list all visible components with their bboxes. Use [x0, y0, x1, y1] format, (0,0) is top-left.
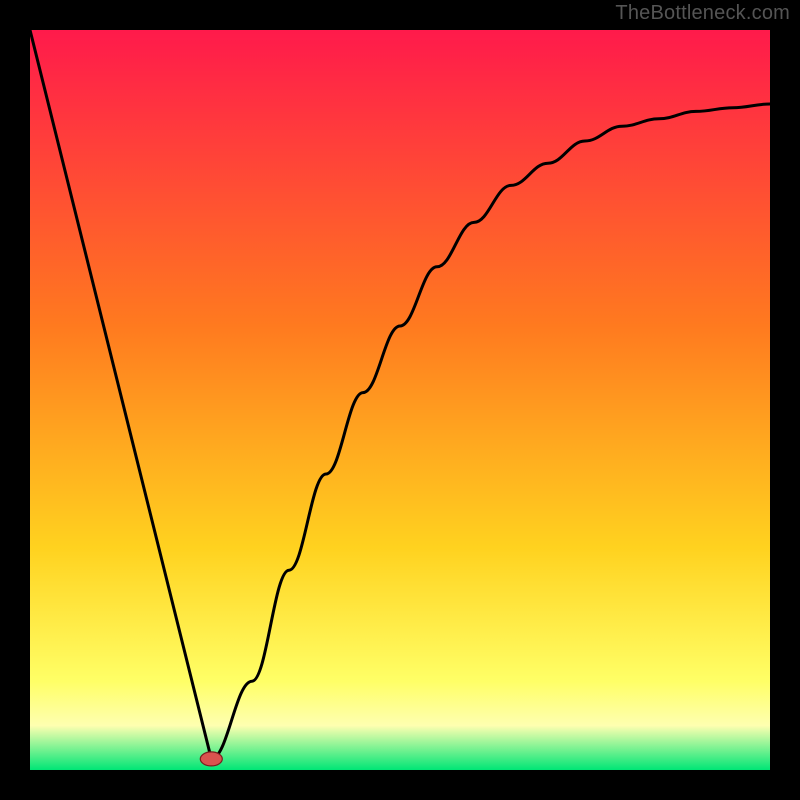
gradient-background	[30, 30, 770, 770]
minimum-marker	[200, 752, 222, 766]
chart-plot-area	[30, 30, 770, 770]
chart-frame: TheBottleneck.com	[0, 0, 800, 800]
watermark-text: TheBottleneck.com	[615, 2, 790, 25]
chart-svg	[30, 30, 770, 770]
